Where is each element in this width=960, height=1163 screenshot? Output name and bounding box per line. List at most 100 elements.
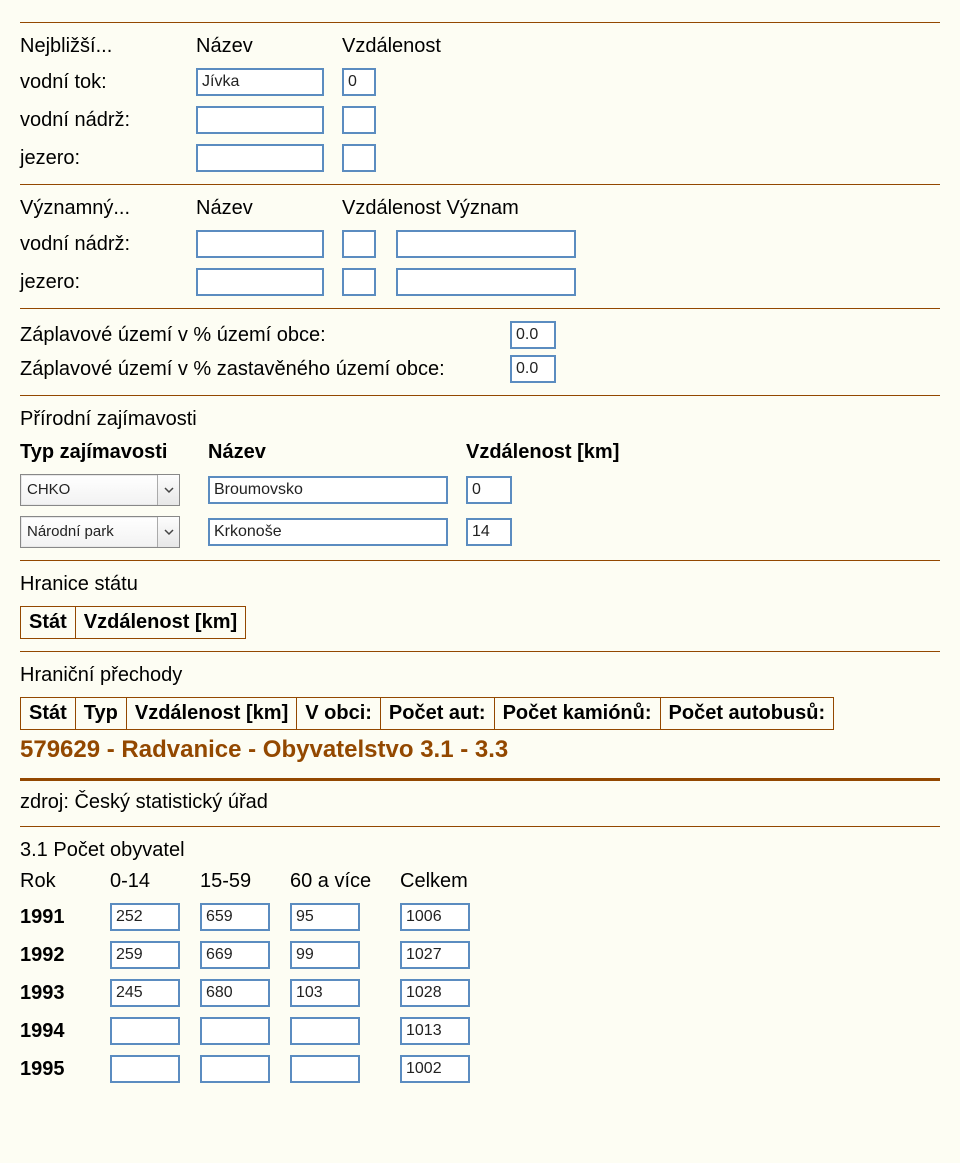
pop-row3-c3[interactable]: 1013	[400, 1017, 470, 1045]
flood-row2-label: Záplavové území v % zastavěného území ob…	[20, 358, 510, 381]
population-source: zdroj: Český statistický úřad	[20, 791, 940, 814]
crossings-col-2: Vzdálenost [km]	[126, 697, 296, 730]
nearest-col-name: Název	[196, 35, 336, 58]
nearest-row2-name[interactable]	[196, 144, 324, 172]
pop-col-1: 0-14	[110, 870, 190, 893]
crossings-col-0: Stát	[20, 697, 75, 730]
nearest-col-dist: Vzdálenost	[342, 35, 462, 58]
significant-col-sig: Význam	[447, 197, 519, 219]
pop-col-0: Rok	[20, 870, 100, 893]
pop-row2-c2[interactable]: 103	[290, 979, 360, 1007]
nearest-section: Nejbližší... Název Vzdálenost vodní tok:…	[20, 35, 940, 172]
significant-row1-label: jezero:	[20, 271, 190, 294]
nearest-row2-dist[interactable]	[342, 144, 376, 172]
significant-row1-name[interactable]	[196, 268, 324, 296]
nature-row1-name[interactable]: Krkonoše	[208, 518, 448, 546]
pop-row2-c0[interactable]: 245	[110, 979, 180, 1007]
border-section: Hranice státu Stát Vzdálenost [km]	[20, 573, 940, 639]
pop-row1-c3[interactable]: 1027	[400, 941, 470, 969]
nature-row0-dist[interactable]: 0	[466, 476, 512, 504]
nature-row1-type-select[interactable]: Národní park	[20, 516, 180, 548]
nearest-row0-dist[interactable]: 0	[342, 68, 376, 96]
pop-row0-c3[interactable]: 1006	[400, 903, 470, 931]
pop-row1-c1[interactable]: 669	[200, 941, 270, 969]
population-subhead: 3.1 Počet obyvatel	[20, 839, 940, 862]
crossings-col-4: Počet aut:	[380, 697, 494, 730]
nearest-row1-label: vodní nádrž:	[20, 109, 190, 132]
divider	[20, 560, 940, 561]
significant-row1-dist[interactable]	[342, 268, 376, 296]
significant-row0-dist[interactable]	[342, 230, 376, 258]
nearest-title: Nejbližší...	[20, 35, 190, 58]
divider	[20, 22, 940, 23]
crossings-col-6: Počet autobusů:	[660, 697, 835, 730]
crossings-col-5: Počet kamiónů:	[494, 697, 660, 730]
population-heading: 579629 - Radvanice - Obyvatelstvo 3.1 - …	[20, 736, 940, 764]
nearest-row0-name[interactable]: Jívka	[196, 68, 324, 96]
flood-row1-label: Záplavové území v % území obce:	[20, 324, 510, 347]
nature-row0-name[interactable]: Broumovsko	[208, 476, 448, 504]
divider-thick	[20, 778, 940, 781]
pop-col-2: 15-59	[200, 870, 280, 893]
pop-col-4: Celkem	[400, 870, 480, 893]
flood-row1-val[interactable]: 0.0	[510, 321, 556, 349]
flood-section: Záplavové území v % území obce: 0.0 Zápl…	[20, 321, 940, 383]
divider	[20, 184, 940, 185]
crossings-title: Hraniční přechody	[20, 664, 940, 687]
divider	[20, 826, 940, 827]
pop-col-3: 60 a více	[290, 870, 390, 893]
significant-row0-sig[interactable]	[396, 230, 576, 258]
crossings-col-1: Typ	[75, 697, 126, 730]
divider	[20, 395, 940, 396]
crossings-col-3: V obci:	[296, 697, 380, 730]
nature-section: Přírodní zajímavosti Typ zajímavosti Náz…	[20, 408, 940, 548]
significant-title: Významný...	[20, 197, 190, 220]
significant-col-name: Název	[196, 197, 336, 220]
significant-row0-name[interactable]	[196, 230, 324, 258]
significant-col-dist: Vzdálenost	[342, 197, 441, 219]
pop-row2-year: 1993	[20, 982, 100, 1005]
pop-row1-year: 1992	[20, 944, 100, 967]
pop-row4-c3[interactable]: 1002	[400, 1055, 470, 1083]
nearest-row1-name[interactable]	[196, 106, 324, 134]
nature-col-name: Název	[208, 441, 458, 464]
divider	[20, 651, 940, 652]
nearest-row1-dist[interactable]	[342, 106, 376, 134]
pop-row1-c2[interactable]: 99	[290, 941, 360, 969]
significant-row1-sig[interactable]	[396, 268, 576, 296]
border-col-dist: Vzdálenost [km]	[75, 606, 246, 639]
nature-col-dist: Vzdálenost [km]	[466, 441, 646, 464]
border-title: Hranice státu	[20, 573, 940, 596]
pop-row1-c0[interactable]: 259	[110, 941, 180, 969]
nature-col-type: Typ zajímavosti	[20, 441, 200, 464]
divider	[20, 308, 940, 309]
nature-row1-dist[interactable]: 14	[466, 518, 512, 546]
pop-row0-c2[interactable]: 95	[290, 903, 360, 931]
pop-row2-c3[interactable]: 1028	[400, 979, 470, 1007]
border-col-state: Stát	[20, 606, 75, 639]
significant-row0-label: vodní nádrž:	[20, 233, 190, 256]
pop-row3-c1[interactable]	[200, 1017, 270, 1045]
nature-title: Přírodní zajímavosti	[20, 408, 940, 431]
pop-row3-year: 1994	[20, 1020, 100, 1043]
pop-row0-c0[interactable]: 252	[110, 903, 180, 931]
pop-row4-c0[interactable]	[110, 1055, 180, 1083]
pop-row4-c2[interactable]	[290, 1055, 360, 1083]
pop-row4-year: 1995	[20, 1058, 100, 1081]
pop-row4-c1[interactable]	[200, 1055, 270, 1083]
nature-row0-type-select[interactable]: CHKO	[20, 474, 180, 506]
nearest-row0-label: vodní tok:	[20, 71, 190, 94]
nature-row0-type: CHKO	[27, 475, 70, 505]
significant-section: Významný... Název Vzdálenost Význam vodn…	[20, 197, 940, 296]
chevron-down-icon	[157, 475, 179, 505]
population-section: 3.1 Počet obyvatel Rok 0-14 15-59 60 a v…	[20, 839, 940, 1083]
flood-row2-val[interactable]: 0.0	[510, 355, 556, 383]
pop-row3-c2[interactable]	[290, 1017, 360, 1045]
pop-row0-c1[interactable]: 659	[200, 903, 270, 931]
pop-row2-c1[interactable]: 680	[200, 979, 270, 1007]
crossings-section: Hraniční přechody Stát Typ Vzdálenost [k…	[20, 664, 940, 730]
pop-row0-year: 1991	[20, 906, 100, 929]
chevron-down-icon	[157, 517, 179, 547]
nature-row1-type: Národní park	[27, 517, 114, 547]
pop-row3-c0[interactable]	[110, 1017, 180, 1045]
